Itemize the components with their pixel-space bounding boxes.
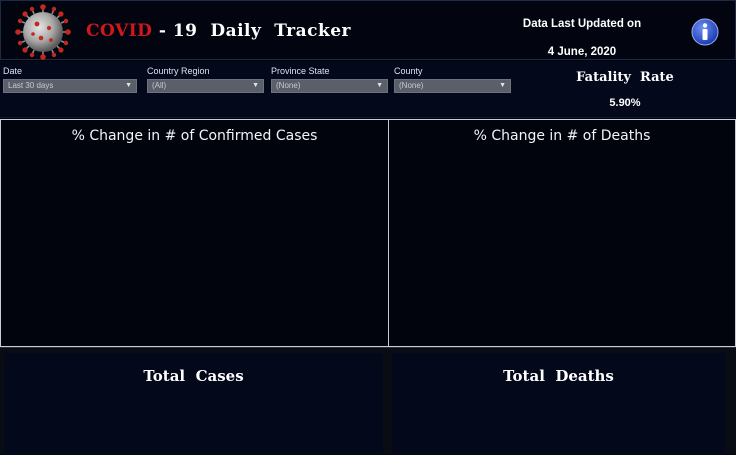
page-title: COVID - 19 Daily Tracker [86,21,351,41]
province-select[interactable]: (None) ▼ [271,79,388,93]
province-select-value: (None) [276,81,301,90]
total-deaths-card: Total Deaths [392,353,725,455]
chevron-down-icon: ▼ [376,82,383,89]
fatality-rate-title: Fatality Rate [576,70,674,85]
info-icon[interactable] [691,18,719,46]
total-cases-card: Total Cases [4,353,383,455]
county-filter-label: County [394,66,423,76]
virus-icon [15,4,71,60]
confirmed-change-panel: % Change in # of Confirmed Cases [0,119,389,347]
filter-bar: Date Last 30 days ▼ Country Region (All) ▼… [0,61,736,118]
header-bar: COVID - 19 Daily Tracker Data Last Updat… [0,0,736,60]
total-cases-title: Total Cases [143,367,244,385]
country-select-value: (All) [152,81,167,90]
title-rest: - 19 Daily Tracker [152,21,351,41]
deaths-change-title: % Change in # of Deaths [473,128,651,144]
county-select-value: (None) [399,81,424,90]
country-filter-label: Country Region [147,66,210,76]
date-filter: Date Last 30 days ▼ [3,66,137,93]
chevron-down-icon: ▼ [499,82,506,89]
total-deaths-title: Total Deaths [503,367,614,385]
chevron-down-icon: ▼ [125,82,132,89]
province-filter: Province State (None) ▼ [271,66,388,93]
country-select[interactable]: (All) ▼ [147,79,264,93]
county-filter: County (None) ▼ [394,66,511,93]
fatality-rate: Fatality Rate 5.90% [560,67,690,117]
date-filter-label: Date [3,66,23,76]
title-highlight: COVID [86,21,153,41]
country-filter: Country Region (All) ▼ [147,66,264,93]
last-updated: Data Last Updated on 4 June, 2020 [501,10,663,66]
confirmed-change-title: % Change in # of Confirmed Cases [71,128,318,144]
county-select[interactable]: (None) ▼ [394,79,511,93]
totals-section: Total Cases Total Deaths [0,347,736,455]
province-filter-label: Province State [271,66,330,76]
last-updated-label: Data Last Updated on [522,18,642,30]
deaths-change-panel: % Change in # of Deaths [388,119,736,347]
chevron-down-icon: ▼ [252,82,259,89]
date-select[interactable]: Last 30 days ▼ [3,79,137,93]
date-select-value: Last 30 days [8,81,54,90]
fatality-rate-value: 5.90% [609,97,641,109]
